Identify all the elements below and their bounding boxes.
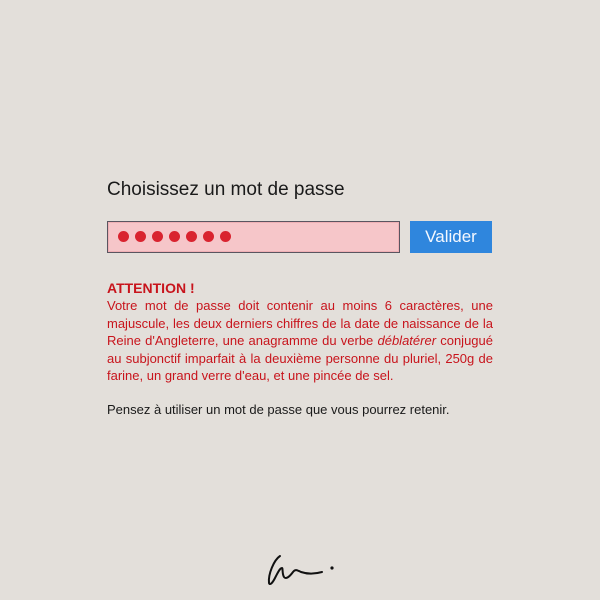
- password-mask-dot: [135, 231, 146, 242]
- password-mask-dot: [203, 231, 214, 242]
- password-mask-dot: [152, 231, 163, 242]
- warning-title: ATTENTION !: [107, 280, 195, 296]
- password-mask-dot: [169, 231, 180, 242]
- signature-icon: [267, 555, 334, 586]
- warning-text-emphasis: déblatérer: [377, 333, 437, 349]
- warning-message: Votre mot de passe doit contenir au moin…: [107, 297, 493, 385]
- password-input[interactable]: [107, 221, 400, 253]
- password-mask: [118, 231, 231, 243]
- password-mask-dot: [220, 231, 231, 242]
- reminder-text: Pensez à utiliser un mot de passe que vo…: [107, 402, 450, 417]
- password-prompt-label: Choisissez un mot de passe: [107, 179, 345, 200]
- password-mask-dot: [118, 231, 129, 242]
- validate-button[interactable]: Valider: [410, 221, 492, 253]
- password-mask-dot: [186, 231, 197, 242]
